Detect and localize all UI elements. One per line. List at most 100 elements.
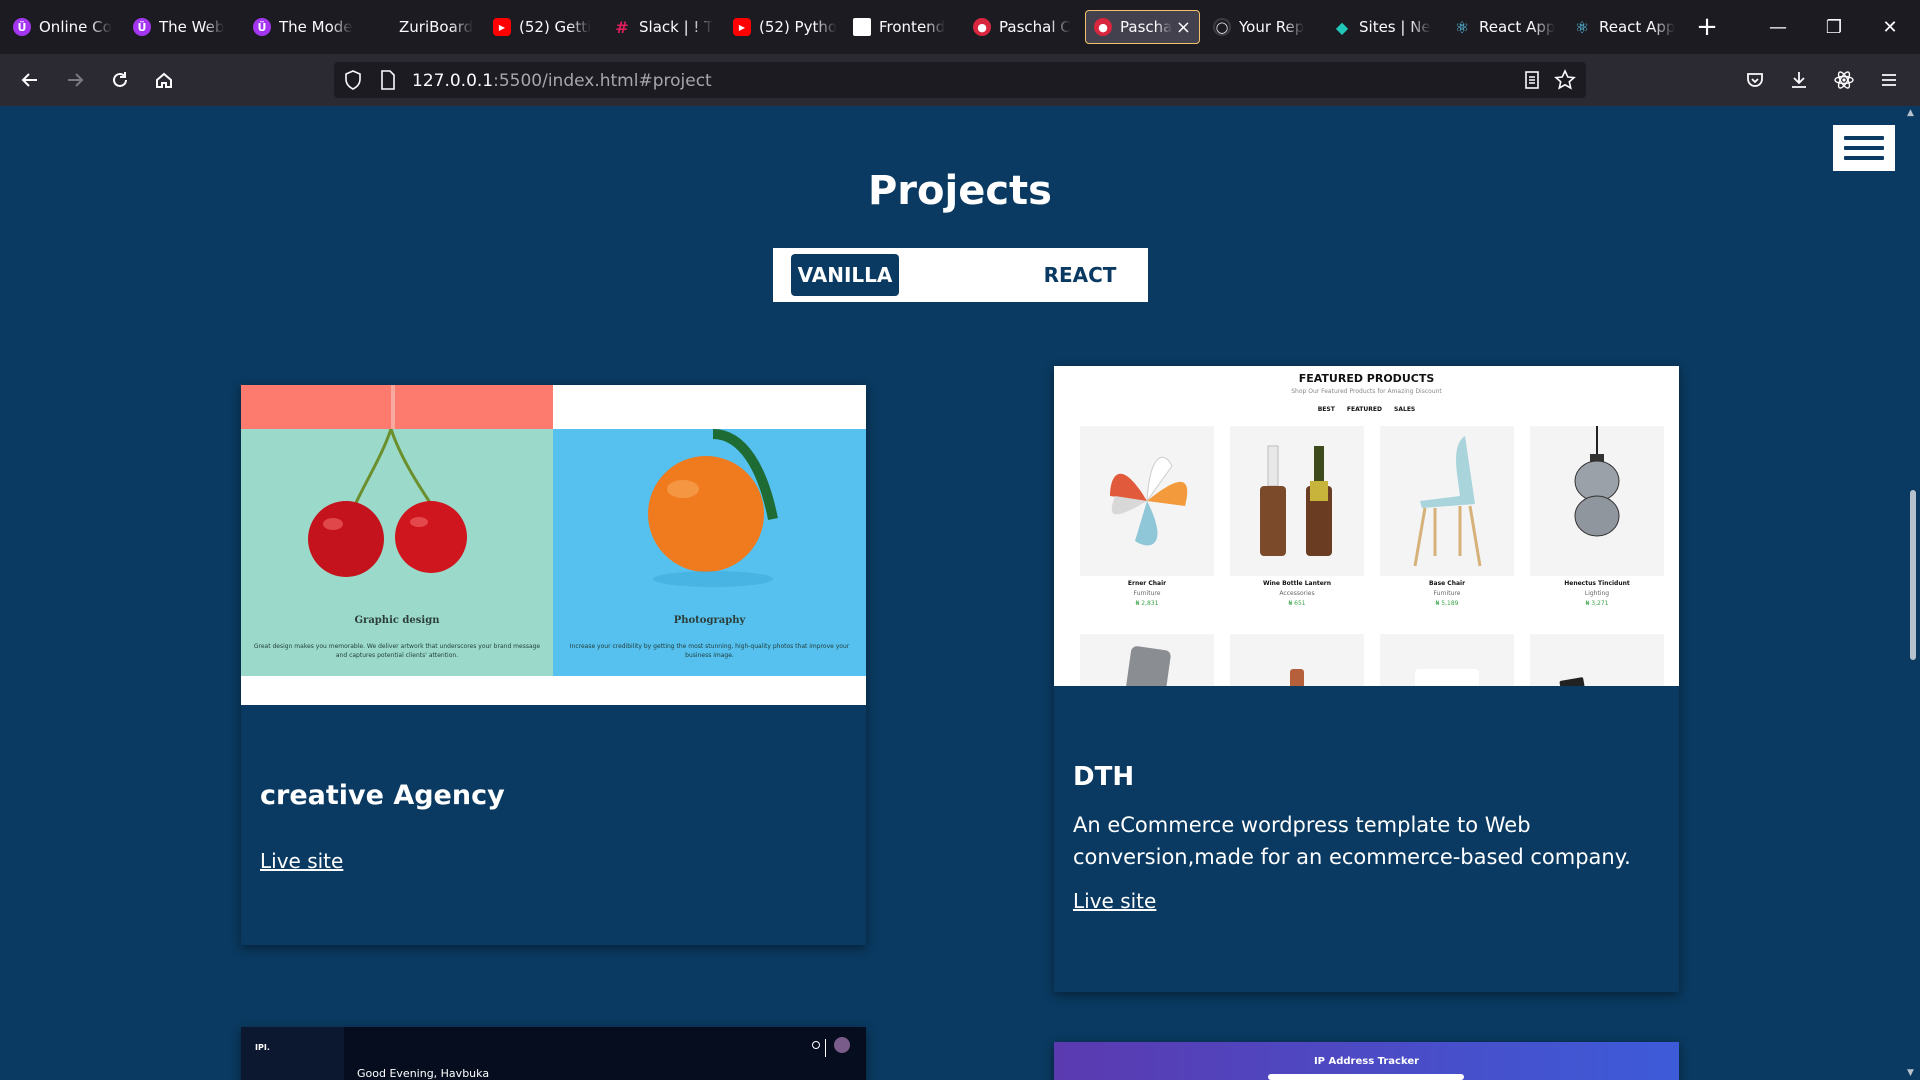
live-site-link[interactable]: Live site — [260, 849, 343, 873]
featured-products-tabs: BEST FEATURED SALES — [1317, 406, 1416, 413]
react-icon: ⚛ — [1454, 17, 1470, 37]
ip-search-field — [1268, 1074, 1464, 1080]
address-bar[interactable]: 127.0.0.1:5500/index.html#project — [334, 62, 1586, 98]
browser-tab[interactable]: ▶ (52) Pytho — [725, 10, 840, 44]
product-category: Furniture — [1433, 590, 1461, 597]
browser-tab[interactable]: ◯ Your Rep — [1205, 10, 1320, 44]
hamburger-line — [1844, 136, 1884, 140]
browser-tab[interactable]: ◆ Sites | Ne — [1325, 10, 1440, 44]
tab-title: The Mode — [279, 18, 353, 36]
projects-heading: Projects — [867, 168, 1052, 214]
url-text[interactable]: 127.0.0.1:5500/index.html#project — [412, 71, 712, 91]
preview-top-strip — [241, 385, 553, 429]
page-content: Projects VANILLA REACT Graphic design Gr… — [0, 106, 1904, 1080]
forward-icon[interactable] — [59, 64, 91, 96]
product-thumb — [1080, 426, 1214, 576]
restore-icon[interactable]: ❐ — [1806, 0, 1862, 54]
live-site-link[interactable]: Live site — [1073, 889, 1156, 913]
product-thumb — [1530, 426, 1664, 576]
project-card-dth: FEATURED PRODUCTS Shop Our Featured Prod… — [1054, 366, 1679, 992]
browser-tab[interactable]: ▶ (52) Getti — [485, 10, 600, 44]
tab-title: Paschal — [1120, 18, 1172, 36]
hamburger-line — [1844, 156, 1884, 160]
dashboard-greeting: Good Evening, Havbuka — [357, 1067, 490, 1080]
new-tab-button[interactable]: + — [1692, 12, 1722, 42]
product-name: Wine Bottle Lantern — [1262, 580, 1332, 587]
tab-title: The Web — [159, 18, 225, 36]
site-icon: ● — [973, 18, 991, 36]
page-icon — [853, 18, 871, 36]
project-screenshot: FEATURED PRODUCTS Shop Our Featured Prod… — [1054, 366, 1679, 686]
close-window-icon[interactable]: ✕ — [1862, 0, 1918, 54]
browser-tab[interactable]: ⚛ React App — [1445, 10, 1560, 44]
url-host: 127.0.0.1 — [412, 71, 494, 91]
dashboard-sidebar: IPI. — [241, 1027, 344, 1080]
browser-tab[interactable]: ⚛ React App — [1565, 10, 1680, 44]
hamburger-menu-button[interactable] — [1833, 125, 1895, 171]
browser-tab-active[interactable]: ● Paschal × — [1085, 10, 1200, 44]
photography-text: Increase your credibility by getting the… — [569, 643, 850, 659]
avatar — [834, 1037, 850, 1053]
slack-icon: # — [615, 17, 629, 37]
url-path: :5500/index.html#project — [493, 71, 712, 91]
close-tab-icon[interactable]: × — [1176, 17, 1191, 38]
tab-title: (52) Getti — [519, 18, 592, 36]
tab-title: React App — [1599, 18, 1676, 36]
product-name: Henectus Tincidunt — [1564, 580, 1630, 587]
product-image — [1290, 669, 1304, 686]
page-info-icon[interactable] — [380, 70, 396, 94]
github-icon: ◯ — [1213, 18, 1231, 36]
divider — [825, 1039, 826, 1057]
graphic-design-panel: Graphic design Great design makes you me… — [241, 428, 553, 676]
react-devtools-icon[interactable] — [1828, 64, 1860, 96]
tab-title: Your Rep — [1239, 18, 1305, 36]
scroll-up-icon[interactable]: ▲ — [1907, 108, 1914, 118]
product-category: Furniture — [1133, 590, 1161, 597]
netlify-icon: ◆ — [1335, 17, 1349, 37]
browser-tab[interactable]: Frontend — [845, 10, 960, 44]
photography-panel: Photography Increase your credibility by… — [553, 429, 866, 676]
browser-tab[interactable]: Ü The Web — [125, 10, 240, 44]
browser-tab[interactable]: # Slack | ! T — [605, 10, 720, 44]
product-price: ₦ 5,189 — [1435, 600, 1459, 607]
app-menu-icon[interactable] — [1873, 64, 1905, 96]
product-category: Lighting — [1584, 590, 1610, 597]
back-icon[interactable] — [14, 64, 46, 96]
scroll-down-icon[interactable]: ▼ — [1907, 1068, 1914, 1078]
project-description: An eCommerce wordpress template to Web c… — [1073, 813, 1631, 869]
hamburger-line — [1844, 146, 1884, 150]
scrollbar-thumb[interactable] — [1910, 490, 1916, 660]
reader-view-icon[interactable] — [1524, 70, 1540, 94]
react-tab-button[interactable]: REACT — [1030, 254, 1130, 296]
product-image — [1260, 445, 1332, 556]
browser-tab[interactable]: Ü The Mode — [245, 10, 360, 44]
preview-strip-bar — [391, 385, 395, 429]
settings-icon — [812, 1041, 820, 1049]
vanilla-tab-button[interactable]: VANILLA — [791, 254, 899, 296]
graphic-design-text: Great design makes you memorable. We del… — [253, 643, 541, 659]
product-image — [1415, 669, 1479, 686]
download-icon[interactable] — [1783, 64, 1815, 96]
browser-tab[interactable]: ● Paschal C — [965, 10, 1080, 44]
project-card-ip-tracker: IP Address Tracker — [1054, 1042, 1679, 1080]
ip-tracker-banner: IP Address Tracker — [1054, 1042, 1679, 1080]
featured-products-subtitle: Shop Our Featured Products for Amazing D… — [1291, 388, 1442, 395]
product-name: Erner Chair — [1127, 580, 1167, 587]
project-screenshot: Graphic design Great design makes you me… — [241, 385, 866, 705]
shield-icon[interactable] — [344, 70, 362, 94]
dashboard-main: Good Evening, Havbuka — [344, 1027, 866, 1080]
pocket-icon[interactable] — [1739, 64, 1771, 96]
navigation-toolbar: 127.0.0.1:5500/index.html#project — [0, 54, 1920, 106]
project-screenshot: IP Address Tracker — [1054, 1042, 1679, 1080]
home-icon[interactable] — [148, 64, 180, 96]
minimize-icon[interactable]: — — [1750, 0, 1806, 54]
browser-tab[interactable]: Ü Online Co — [5, 10, 120, 44]
product-image — [1559, 677, 1585, 686]
bookmark-star-icon[interactable] — [1554, 69, 1576, 95]
browser-tab[interactable]: ZuriBoard — [365, 10, 480, 44]
tab-title: (52) Pytho — [759, 18, 838, 36]
product-image — [1413, 436, 1482, 567]
tab-strip: Ü Online Co Ü The Web Ü The Mode ZuriBoard ▶ (52… — [0, 0, 1920, 54]
reload-icon[interactable] — [104, 64, 136, 96]
product-thumb — [1380, 426, 1514, 576]
